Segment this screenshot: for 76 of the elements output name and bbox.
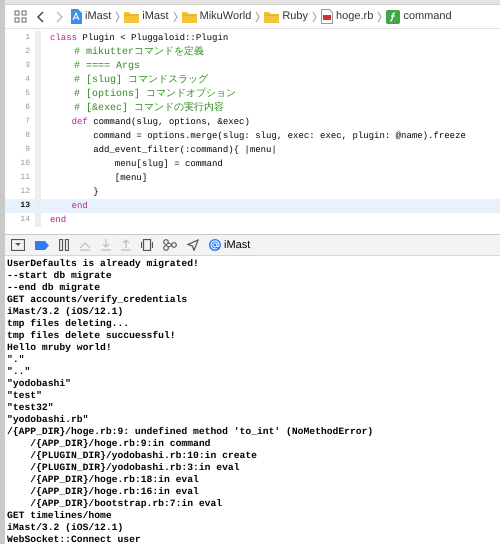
console-line: --end db migrate: [7, 282, 102, 294]
console-line: "test": [7, 390, 43, 402]
console-line: ".": [7, 354, 26, 366]
path-item[interactable]: MikuWorld: [182, 8, 252, 25]
console-line: /{APP_DIR}/hoge.rb:9: undefined method 'to_int' (NoMethodError): [7, 426, 374, 438]
code-line: # mikutterコマンドを定義: [73, 45, 206, 59]
line-number: 4: [24, 74, 31, 86]
function-icon: [386, 10, 400, 24]
line-number: 6: [24, 102, 31, 114]
line-number: 5: [24, 88, 31, 100]
code-line: add_event_filter(:command){ |menu|: [92, 144, 278, 157]
console-line: GET timelines/home: [7, 510, 113, 522]
line-number: 11: [19, 172, 31, 184]
code-line: # ==== Args: [73, 60, 142, 73]
console-line: "yodobashi.rb": [7, 414, 90, 426]
console-line: UserDefaults is already migrated!: [7, 258, 200, 270]
console-line: /{APP_DIR}/hoge.rb:18:in eval: [29, 474, 200, 486]
line-number: 14: [19, 214, 31, 226]
console-line: tmp files delete succuessful!: [7, 330, 177, 342]
console-line: /{APP_DIR}/bootstrap.rb:7:in eval: [29, 498, 224, 510]
code-line: class Plugin < Pluggaloid::Plugin: [49, 32, 230, 45]
line-number: 10: [19, 158, 31, 170]
view-hierarchy-icon[interactable]: [141, 239, 153, 251]
path-item[interactable]: Ruby: [264, 8, 308, 25]
code-line: end: [49, 214, 68, 227]
console-line: /{PLUGIN_DIR}/yodobashi.rb:3:in eval: [29, 462, 241, 474]
console-line: /{PLUGIN_DIR}/yodobashi.rb:10:in create: [29, 450, 258, 462]
code-line: menu[slug] = command: [114, 158, 224, 171]
path-item[interactable]: iMast: [70, 8, 112, 25]
hide-panel-icon[interactable]: [11, 239, 25, 251]
code-line: }: [92, 186, 100, 199]
console-line: --start db migrate: [7, 270, 113, 282]
console-line: "yodobashi": [7, 378, 72, 390]
console-line: /{APP_DIR}/hoge.rb:9:in command: [29, 438, 212, 450]
file-icon: [321, 9, 334, 24]
code-line: command = options.merge(slug: slug, exec: exec, plugin: @name).freeze: [92, 130, 467, 143]
chevron-icon: [172, 10, 178, 22]
code-line: # [&exec] コマンドの実行内容: [73, 101, 226, 115]
code-line: # [slug] コマンドスラッグ: [73, 73, 210, 87]
line-number: 7: [24, 116, 31, 128]
console-line: GET accounts/verify_credentials: [7, 294, 188, 306]
chevron-icon: [377, 10, 382, 22]
console-line: tmp files deleting...: [7, 318, 130, 330]
line-number: 1: [24, 32, 31, 44]
breakpoint-icon[interactable]: [35, 240, 49, 250]
chevron-icon: [255, 10, 260, 22]
process-selector[interactable]: iMast: [209, 236, 250, 254]
pause-icon[interactable]: [59, 239, 69, 251]
console-line: /{APP_DIR}/hoge.rb:16:in eval: [29, 486, 200, 498]
chevron-icon: [115, 10, 120, 22]
line-number: 2: [24, 46, 31, 58]
path-item[interactable]: command: [386, 8, 452, 25]
console-line: iMast/3.2 (iOS/12.1): [7, 522, 124, 534]
console-line: "test32": [7, 402, 55, 414]
console-line: WebSocket::Connect user: [7, 534, 142, 544]
line-number: 3: [24, 60, 31, 72]
folder-icon: [124, 10, 140, 22]
project-icon: [70, 9, 82, 24]
location-icon[interactable]: [187, 239, 199, 251]
path-item[interactable]: hoge.rb: [321, 8, 374, 25]
folder-icon: [264, 10, 280, 22]
line-number: 8: [24, 130, 31, 142]
line-number: 12: [19, 186, 31, 198]
memory-graph-icon[interactable]: [163, 239, 177, 251]
console-line: iMast/3.2 (iOS/12.1): [7, 306, 124, 318]
code-line: [menu]: [114, 172, 148, 185]
at-sign-icon: [209, 239, 221, 251]
folder-icon: [182, 10, 197, 22]
path-item[interactable]: iMast: [124, 8, 169, 25]
chevron-icon: [312, 10, 318, 22]
code-line: # [options] コマンドオプション: [73, 87, 238, 101]
console-line: Hello mruby world!: [7, 342, 113, 354]
line-number: 13: [5, 199, 35, 213]
console-line: "..": [7, 366, 32, 378]
line-number: 9: [24, 144, 31, 156]
code-line: def command(slug, options, &exec): [70, 116, 251, 129]
